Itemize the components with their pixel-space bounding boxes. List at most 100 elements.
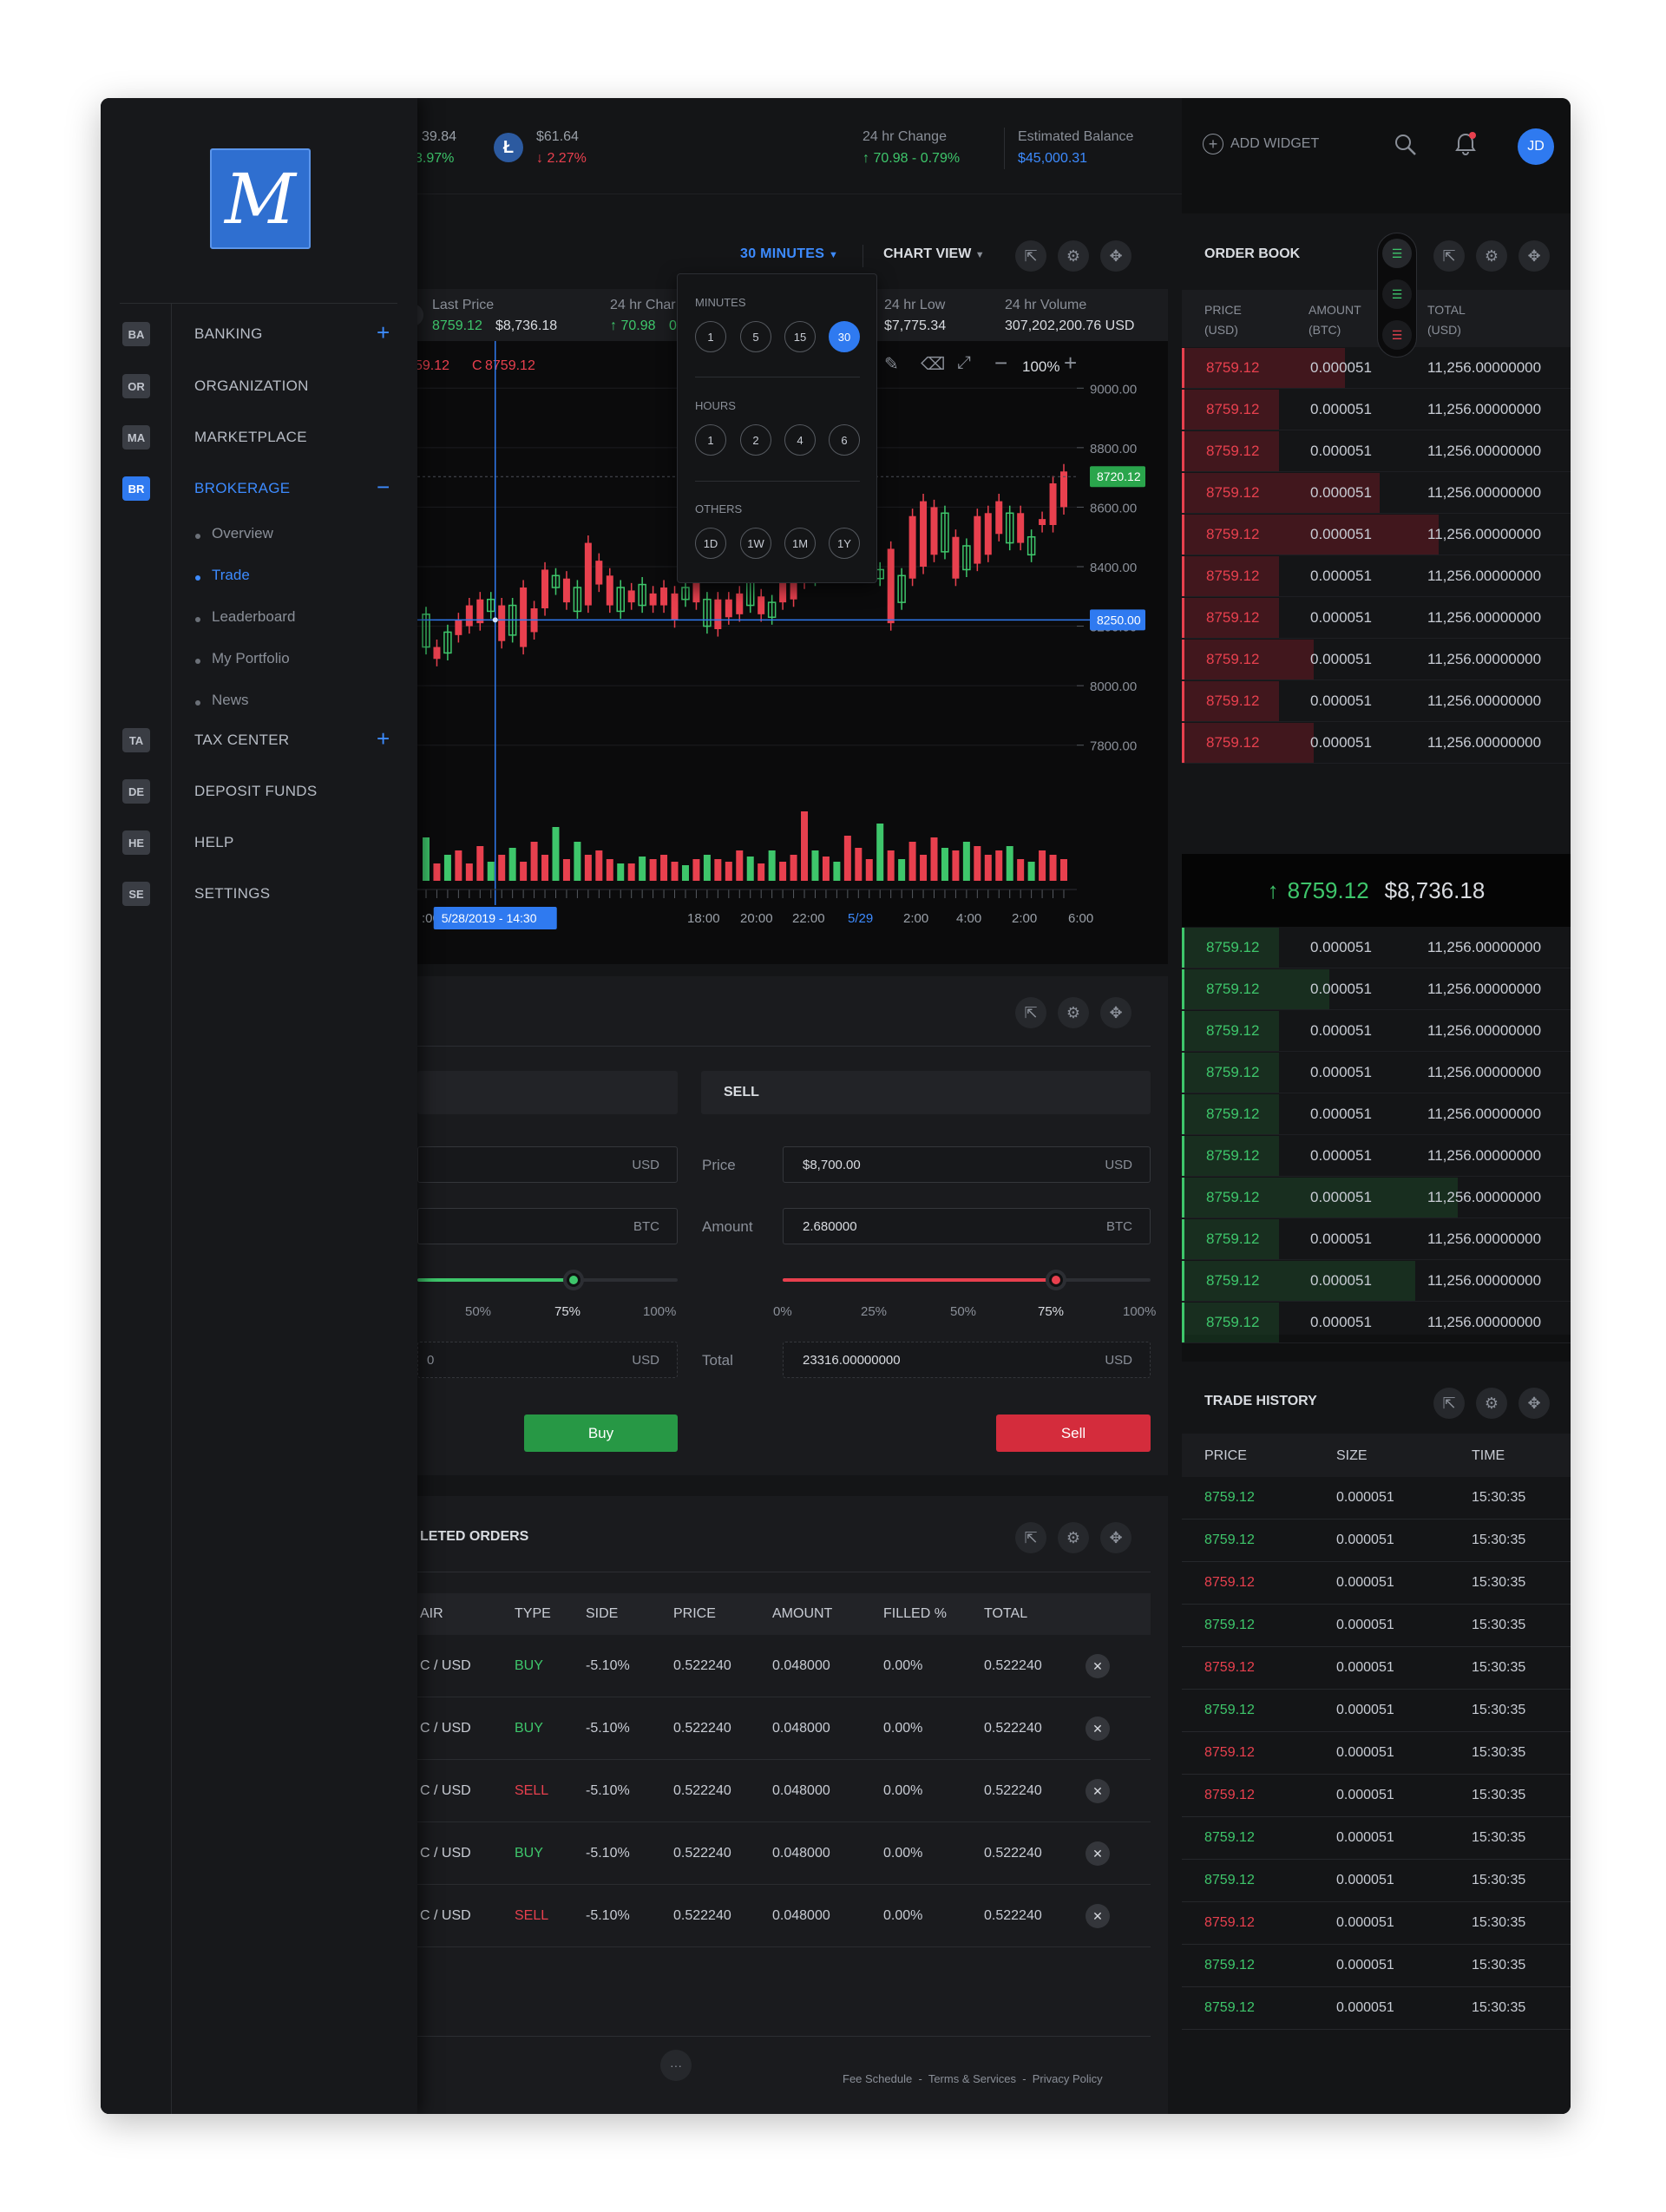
buy-amount-field[interactable]: BTC (417, 1208, 678, 1244)
buy-button[interactable]: Buy (524, 1414, 678, 1452)
sidebar-item-help[interactable]: HELP (194, 834, 234, 851)
ticker-divider (1004, 128, 1005, 169)
sub-item-my-portfolio[interactable]: My Portfolio (212, 650, 290, 667)
interval-option-minutes-15[interactable]: 15 (784, 321, 816, 352)
popout-icon[interactable]: ⇱ (1433, 1388, 1465, 1419)
y-tick-label: 8000.00 (1090, 679, 1137, 694)
interval-option-others-1w[interactable]: 1W (740, 528, 771, 559)
sidebar-item-banking[interactable]: BANKING (194, 325, 263, 343)
interval-dropdown[interactable]: 30 MINUTES ▼ (740, 246, 838, 262)
sell-tab[interactable]: SELL (701, 1071, 1151, 1114)
view-both-icon[interactable]: ☰ (1382, 239, 1412, 268)
app-logo[interactable]: M (210, 148, 311, 249)
sub-item-overview[interactable]: Overview (212, 525, 273, 542)
close-icon[interactable]: ✕ (1086, 1841, 1110, 1866)
popout-icon[interactable]: ⇱ (1015, 997, 1046, 1028)
fee-schedule-link[interactable]: Fee Schedule (843, 2072, 912, 2085)
volume-bar (887, 850, 895, 881)
sub-item-news[interactable]: News (212, 692, 249, 709)
sidebar-item-marketplace[interactable]: MARKETPLACE (194, 429, 307, 446)
ob-total: 11,256.00000000 (1427, 1064, 1542, 1080)
interval-option-hours-1[interactable]: 1 (695, 424, 726, 456)
sidebar-item-settings[interactable]: SETTINGS (194, 885, 270, 903)
nav-badge-help[interactable]: HE (122, 830, 150, 855)
privacy-link[interactable]: Privacy Policy (1033, 2072, 1103, 2085)
nav-badge-tax-center[interactable]: TA (122, 728, 150, 752)
volume-bar (476, 846, 484, 881)
volume-bar (1039, 850, 1046, 881)
buy-slider-thumb[interactable] (563, 1270, 584, 1290)
sell-tab-label: SELL (724, 1085, 759, 1099)
sell-amount-field[interactable]: 2.680000 BTC (783, 1208, 1151, 1244)
nav-badge-banking[interactable]: BA (122, 322, 150, 346)
close-icon[interactable]: ✕ (1086, 1654, 1110, 1678)
sell-slider-thumb[interactable] (1046, 1270, 1066, 1290)
interval-option-hours-4[interactable]: 4 (784, 424, 816, 456)
gear-icon[interactable]: ⚙ (1058, 1522, 1089, 1553)
sub-item-trade[interactable]: Trade (212, 567, 250, 584)
nav-badge-deposit-funds[interactable]: DE (122, 779, 150, 804)
sidebar-item-deposit-funds[interactable]: DEPOSIT FUNDS (194, 783, 318, 800)
th-price: 8759.12 (1204, 1703, 1255, 1717)
close-icon[interactable]: ✕ (1086, 1904, 1110, 1928)
interval-option-minutes-1[interactable]: 1 (695, 321, 726, 352)
sidebar-item-organization[interactable]: ORGANIZATION (194, 377, 309, 395)
bell-icon[interactable] (1453, 131, 1479, 157)
move-icon[interactable]: ✥ (1100, 997, 1131, 1028)
buy-price-field[interactable]: USD (417, 1146, 678, 1183)
popout-icon[interactable]: ⇱ (1015, 240, 1046, 272)
ob-total: 11,256.00000000 (1427, 1147, 1542, 1164)
interval-option-minutes-5[interactable]: 5 (740, 321, 771, 352)
gear-icon[interactable]: ⚙ (1476, 1388, 1507, 1419)
interval-option-hours-2[interactable]: 2 (740, 424, 771, 456)
view-sell-icon[interactable]: ☰ (1382, 320, 1412, 350)
move-icon[interactable]: ✥ (1100, 240, 1131, 272)
buy-tab[interactable] (417, 1071, 678, 1114)
more-options-button[interactable]: ··· (660, 2050, 692, 2081)
sell-price-field[interactable]: $8,700.00 USD (783, 1146, 1151, 1183)
buy-total-field[interactable]: 0 USD (417, 1342, 678, 1378)
th-price: 8759.12 (1204, 2000, 1255, 2015)
search-icon[interactable] (1394, 133, 1416, 155)
expand-plus-icon[interactable]: + (377, 727, 390, 750)
ltc-coin-icon[interactable]: Ł (494, 133, 523, 162)
interval-option-others-1d[interactable]: 1D (695, 528, 726, 559)
chart-view-dropdown[interactable]: CHART VIEW ▼ (883, 246, 985, 262)
collapse-minus-icon[interactable]: − (377, 476, 390, 498)
interval-option-others-1y[interactable]: 1Y (829, 528, 860, 559)
sell-button[interactable]: Sell (996, 1414, 1151, 1452)
sidebar-item-brokerage[interactable]: BROKERAGE (194, 480, 290, 497)
expand-plus-icon[interactable]: + (377, 321, 390, 344)
close-icon[interactable]: ✕ (1086, 1716, 1110, 1741)
move-icon[interactable]: ✥ (1518, 240, 1550, 272)
sell-total-field[interactable]: 23316.00000000 USD (783, 1342, 1151, 1378)
candle-body (541, 569, 549, 608)
depth-edge (1182, 681, 1184, 721)
col-side: SIDE (586, 1606, 619, 1621)
gear-icon[interactable]: ⚙ (1476, 240, 1507, 272)
terms-link[interactable]: Terms & Services (928, 2072, 1016, 2085)
gear-icon[interactable]: ⚙ (1058, 240, 1089, 272)
popout-icon[interactable]: ⇱ (1433, 240, 1465, 272)
volume-bar (562, 859, 570, 881)
ob-price: 8759.12 (1206, 1231, 1260, 1247)
interval-option-others-1m[interactable]: 1M (784, 528, 816, 559)
interval-option-minutes-30[interactable]: 30 (829, 321, 860, 352)
move-icon[interactable]: ✥ (1100, 1522, 1131, 1553)
nav-badge-organization[interactable]: OR (122, 374, 150, 398)
candle-body (952, 536, 960, 579)
sub-item-leaderboard[interactable]: Leaderboard (212, 608, 295, 626)
close-icon[interactable]: ✕ (1086, 1779, 1110, 1803)
nav-badge-marketplace[interactable]: MA (122, 425, 150, 450)
nav-badge-settings[interactable]: SE (122, 882, 150, 906)
nav-badge-brokerage[interactable]: BR (122, 476, 150, 501)
interval-option-hours-6[interactable]: 6 (829, 424, 860, 456)
move-icon[interactable]: ✥ (1518, 1388, 1550, 1419)
avatar[interactable]: JD (1518, 128, 1554, 165)
sidebar-item-tax-center[interactable]: TAX CENTER (194, 732, 289, 749)
th-time: 15:30:35 (1472, 1788, 1526, 1802)
add-widget-button[interactable]: + ADD WIDGET (1203, 134, 1319, 154)
view-buy-icon[interactable]: ☰ (1382, 279, 1412, 309)
gear-icon[interactable]: ⚙ (1058, 997, 1089, 1028)
popout-icon[interactable]: ⇱ (1015, 1522, 1046, 1553)
